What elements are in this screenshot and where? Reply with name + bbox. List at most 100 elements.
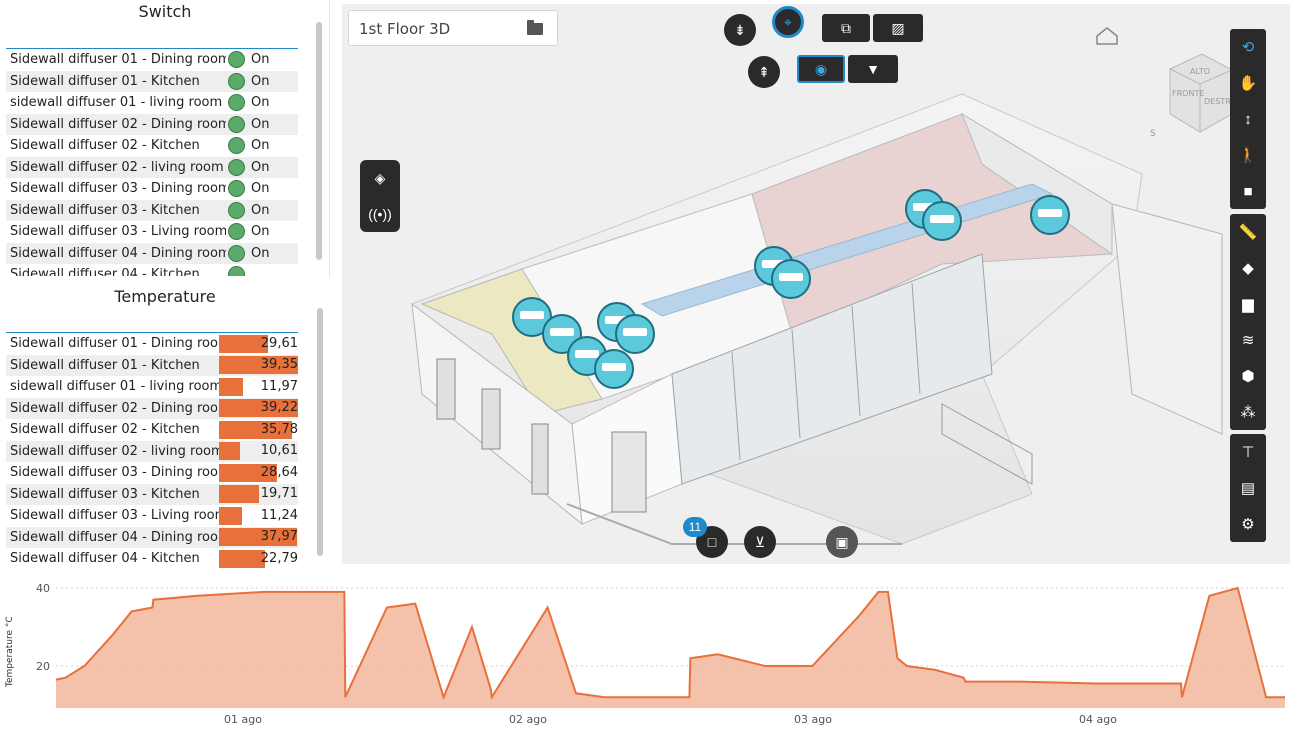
- temperature-bar-cell: 39,22: [218, 398, 298, 418]
- x-tick-label: 03 ago: [794, 713, 832, 726]
- temperature-bar-cell: 11,24: [218, 506, 298, 526]
- clear-filter-icon[interactable]: ⊻: [744, 526, 776, 558]
- switch-row[interactable]: Sidewall diffuser 02 - Dining room On: [6, 113, 298, 135]
- temperature-row-name: Sidewall diffuser 02 - Kitchen: [10, 422, 200, 438]
- 3d-viewer[interactable]: ALTO FRONTE DESTRA S 1st Floor 3D ⇟ ⌖ ⧉ …: [342, 4, 1290, 564]
- save-icon[interactable]: ▣: [826, 526, 858, 558]
- status-dot-icon: [228, 158, 245, 176]
- filter-button[interactable]: ▼: [848, 55, 898, 83]
- view-selector[interactable]: 1st Floor 3D: [348, 10, 558, 46]
- hatch-button[interactable]: ▨: [873, 14, 923, 42]
- diffuser-glyph: [602, 363, 626, 371]
- pan-hand-icon[interactable]: ✋: [1230, 65, 1266, 101]
- status-dot-icon: [228, 94, 245, 112]
- temperature-row[interactable]: sidewall diffuser 01 - living room 11,97: [6, 376, 298, 398]
- x-tick-label: 02 ago: [509, 713, 547, 726]
- layers-stack-icon[interactable]: ≋: [1230, 322, 1266, 358]
- orbit-icon[interactable]: ⟲: [1230, 29, 1266, 65]
- temperature-row[interactable]: Sidewall diffuser 02 - Dining room 39,22: [6, 397, 298, 419]
- camera-icon[interactable]: ■: [1230, 173, 1266, 209]
- cube-label-south: S: [1150, 129, 1156, 139]
- temperature-row-name: Sidewall diffuser 01 - Dining room: [10, 336, 219, 352]
- y-tick-label: 20: [36, 660, 50, 673]
- temperature-value: 29,61: [260, 335, 298, 351]
- switch-row[interactable]: Sidewall diffuser 01 - Kitchen On: [6, 70, 298, 92]
- switch-row[interactable]: Sidewall diffuser 01 - Dining room On: [6, 49, 298, 71]
- temperature-row[interactable]: Sidewall diffuser 03 - Dining room 28,64: [6, 462, 298, 484]
- properties-icon[interactable]: ⁂: [1230, 394, 1266, 430]
- temperature-row[interactable]: Sidewall diffuser 01 - Dining room 29,61: [6, 333, 298, 355]
- status-dot-icon: [228, 223, 245, 241]
- temperature-row[interactable]: Sidewall diffuser 03 - Living room 11,24: [6, 505, 298, 527]
- temperature-row[interactable]: Sidewall diffuser 04 - Kitchen 22,79: [6, 548, 298, 568]
- walk-person-icon[interactable]: 🚶: [1230, 137, 1266, 173]
- document-icon[interactable]: ▤: [1230, 470, 1266, 506]
- gear-icon[interactable]: ⚙: [1230, 506, 1266, 542]
- zoom-icon[interactable]: ↕: [1230, 101, 1266, 137]
- cube-label-front: FRONTE: [1172, 89, 1204, 98]
- temperature-bar: [218, 377, 244, 396]
- switch-row[interactable]: Sidewall diffuser 03 - Living room On: [6, 221, 298, 243]
- switch-row-name: Sidewall diffuser 04 - Dining room: [10, 245, 226, 261]
- temperature-row-name: Sidewall diffuser 03 - Dining room: [10, 465, 219, 481]
- diffuser-glyph: [623, 328, 647, 336]
- switch-row[interactable]: Sidewall diffuser 03 - Dining room On: [6, 178, 298, 200]
- level-down-icon[interactable]: ⇟: [724, 14, 756, 46]
- section-icon[interactable]: ◆: [1230, 250, 1266, 286]
- x-tick-label: 01 ago: [224, 713, 262, 726]
- switch-row[interactable]: Sidewall diffuser 03 - Kitchen On: [6, 199, 298, 221]
- switch-row[interactable]: Sidewall diffuser 02 - Kitchen On: [6, 135, 298, 157]
- temperature-bar-cell: 37,97: [218, 527, 298, 547]
- temperature-row-name: Sidewall diffuser 03 - Kitchen: [10, 486, 200, 502]
- hierarchy-icon[interactable]: ⊤: [1230, 434, 1266, 470]
- diffuser-glyph: [520, 311, 544, 319]
- temperature-row[interactable]: Sidewall diffuser 02 - living room 10,61: [6, 440, 298, 462]
- status-dot-icon: [228, 51, 245, 69]
- measure-icon[interactable]: 📏: [1230, 214, 1266, 250]
- temperature-bar-cell: 28,64: [218, 463, 298, 483]
- explode-icon[interactable]: ⬢: [1230, 358, 1266, 394]
- temperature-panel: Temperature Sidewall diffuser 01 - Dinin…: [0, 284, 330, 568]
- temperature-bar-cell: 22,79: [218, 549, 298, 568]
- temperature-value: 35,78: [260, 421, 298, 437]
- temperature-panel-title: Temperature: [114, 287, 216, 306]
- temperature-list: Sidewall diffuser 01 - Dining room 29,61 S…: [6, 332, 298, 568]
- switch-row-name: Sidewall diffuser 04 - Kitchen: [10, 267, 200, 276]
- switch-row[interactable]: Sidewall diffuser 02 - living room On: [6, 156, 298, 178]
- record-button[interactable]: ◉: [797, 55, 845, 83]
- switch-row-name: Sidewall diffuser 01 - Kitchen: [10, 73, 200, 89]
- broadcast-icon[interactable]: ((•)): [360, 196, 400, 232]
- temperature-row-name: Sidewall diffuser 02 - Dining room: [10, 400, 219, 416]
- switch-row[interactable]: Sidewall diffuser 04 - Dining room On: [6, 242, 298, 264]
- temperature-row[interactable]: Sidewall diffuser 03 - Kitchen 19,71: [6, 483, 298, 505]
- switch-row[interactable]: Sidewall diffuser 04 - Kitchen: [6, 264, 298, 276]
- target-icon[interactable]: ⌖: [772, 6, 804, 38]
- switch-row[interactable]: sidewall diffuser 01 - living room On: [6, 92, 298, 114]
- temperature-row-name: Sidewall diffuser 04 - Dining room: [10, 529, 219, 545]
- switch-scrollbar[interactable]: [316, 22, 322, 260]
- building-model[interactable]: ALTO FRONTE DESTRA S: [342, 4, 1290, 564]
- model-browser-icon[interactable]: ▆: [1230, 286, 1266, 322]
- temperature-row-name: Sidewall diffuser 01 - Kitchen: [10, 357, 200, 373]
- level-up-icon[interactable]: ⇞: [748, 56, 780, 88]
- temperature-row[interactable]: Sidewall diffuser 04 - Dining room 37,97: [6, 526, 298, 548]
- section-box-button[interactable]: ⧉: [822, 14, 870, 42]
- temperature-row[interactable]: Sidewall diffuser 01 - Kitchen 39,35: [6, 354, 298, 376]
- temperature-row[interactable]: Sidewall diffuser 02 - Kitchen 35,78: [6, 419, 298, 441]
- temperature-value: 37,97: [260, 529, 298, 545]
- diffuser-glyph: [550, 328, 574, 336]
- temperature-row-name: Sidewall diffuser 02 - living room: [10, 443, 219, 459]
- temperature-chart: 20 40 Temperature °C 01 ago 02 ago 03 ago 04 a…: [0, 575, 1305, 736]
- temperature-bar: [218, 485, 259, 504]
- temperature-row-name: Sidewall diffuser 04 - Kitchen: [10, 551, 200, 567]
- temperature-bar: [218, 442, 241, 461]
- temperature-scrollbar[interactable]: [317, 308, 323, 556]
- layers-icon[interactable]: ◈: [360, 160, 400, 196]
- folder-icon[interactable]: [527, 20, 543, 35]
- temperature-bar: [218, 549, 266, 568]
- y-axis-label: Temperature °C: [5, 616, 15, 688]
- diffuser-glyph: [575, 350, 599, 358]
- selection-count-badge: 11: [683, 517, 707, 537]
- switch-state: On: [251, 73, 270, 89]
- y-tick-label: 40: [36, 582, 50, 595]
